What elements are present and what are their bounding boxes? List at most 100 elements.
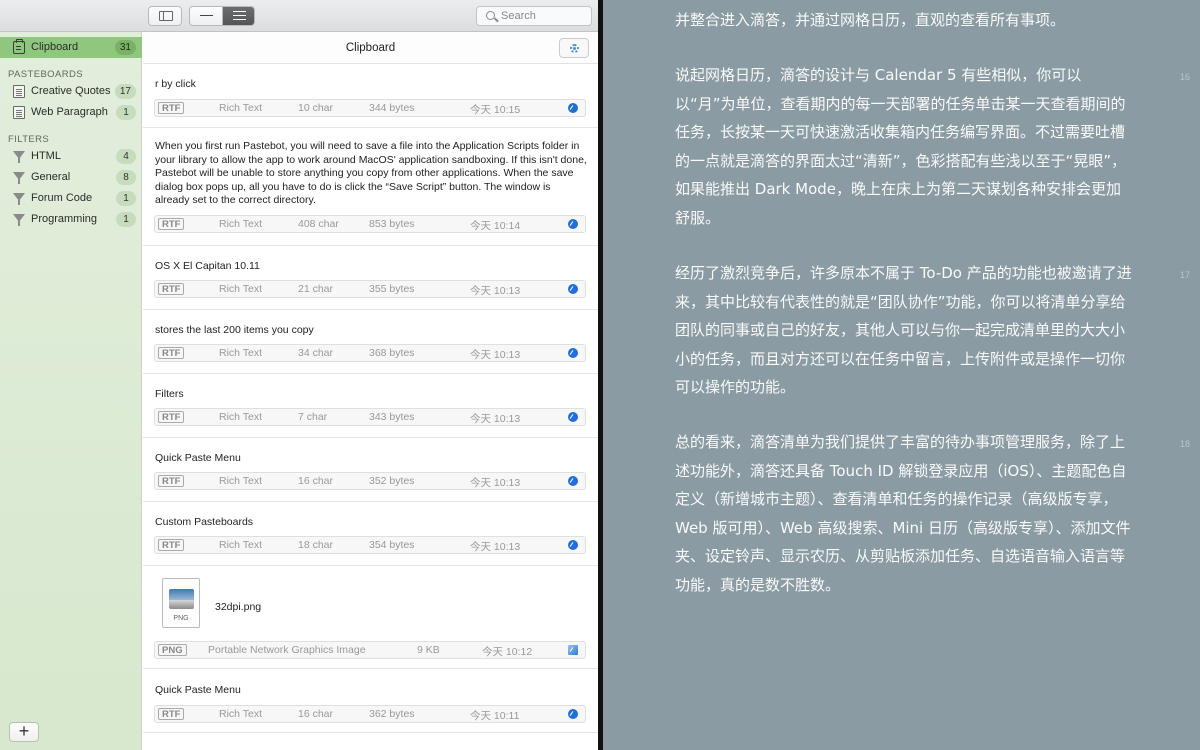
article-paragraph: 说起网格日历，滴答的设计与 Calendar 5 有些相似，你可以以“月”为单位… [675,66,1127,227]
safari-icon [568,540,578,550]
clip-item-meta: RTF Rich Text 16 char 352 bytes 今天 10:13 [154,472,586,490]
clip-item[interactable]: Filters RTF Rich Text 7 char 343 bytes 今… [143,374,598,438]
format-badge: RTF [158,411,185,423]
clip-item-meta: RTF Rich Text 16 char 362 bytes 今天 10:11 [154,705,586,723]
search-field[interactable] [476,6,592,26]
content-kind: Rich Text [219,218,262,230]
clip-item-text: stores the last 200 items you copy [155,324,314,336]
char-count: 16 char [298,708,334,720]
format-badge: RTF [158,539,185,551]
clip-item[interactable]: Quick Paste Menu RTF Rich Text 16 char 3… [143,669,598,733]
count-badge: 8 [116,170,136,185]
count-badge: 1 [116,212,136,227]
char-count: 10 char [298,102,334,114]
byte-size: 352 bytes [369,475,415,487]
document-icon [13,106,25,119]
format-badge: PNG [158,644,187,656]
view-mode-segmented-control [189,6,255,26]
clip-item-meta: RTF Rich Text 10 char 344 bytes 今天 10:15 [154,99,586,117]
clip-item[interactable]: stores the last 200 items you copy RTF R… [143,310,598,374]
clip-item[interactable]: OS X El Capitan 10.11 RTF Rich Text 21 c… [143,246,598,310]
content-kind: Rich Text [219,411,262,423]
format-badge: RTF [158,102,185,114]
byte-size: 354 bytes [369,539,415,551]
sidebar-item-label: General [31,171,71,183]
clip-item[interactable]: Quick Paste Menu RTF Rich Text 16 char 3… [143,438,598,502]
search-input[interactable] [501,9,586,23]
content-kind: Rich Text [219,283,262,295]
safari-icon [568,709,578,719]
reading-pane: 并整合进入滴答，并通过网格日历，直观的查看所有事项。 说起网格日历，滴答的设计与… [603,0,1200,750]
clip-item-text: Filters [155,388,184,400]
expanded-view-button[interactable] [223,7,254,25]
clip-item[interactable]: r by click RTF Rich Text 10 char 344 byt… [143,64,598,128]
preview-app-icon [568,645,578,655]
sidebar-item-html[interactable]: HTML 4 [0,146,142,167]
toggle-sidebar-button[interactable] [148,6,182,26]
file-type-label: PNG [173,615,189,622]
article-paragraph: 总的看来，滴答清单为我们提供了丰富的待办事项管理服务，除了上述功能外，滴答还具备… [675,433,1131,594]
clip-item-meta: PNG Portable Network Graphics Image 9 KB… [154,641,586,659]
byte-size: 344 bytes [369,102,415,114]
timestamp: 今天 10:13 [470,285,521,297]
safari-icon [568,103,578,113]
sidebar-item-general[interactable]: General 8 [0,167,142,188]
clip-item-meta: RTF Rich Text 408 char 853 bytes 今天 10:1… [154,215,586,233]
sidebar-item-creative-quotes[interactable]: Creative Quotes 17 [0,81,142,102]
search-icon [486,11,495,20]
count-badge: 1 [116,105,136,120]
gear-icon [570,44,579,53]
byte-size: 343 bytes [369,411,415,423]
clip-item[interactable]: Custom Pasteboards RTF Rich Text 18 char… [143,502,598,566]
count-badge: 17 [114,84,136,99]
clip-item-text: Quick Paste Menu [155,452,241,464]
byte-size: 362 bytes [369,708,415,720]
article-paragraph: 并整合进入滴答，并通过网格日历，直观的查看所有事项。 [675,11,1066,29]
content-kind: Rich Text [219,102,262,114]
timestamp: 今天 10:15 [470,104,521,116]
timestamp: 今天 10:13 [470,477,521,489]
sidebar-item-label: Programming [31,213,98,225]
toolbar [0,0,598,32]
add-pasteboard-button[interactable]: + [9,722,39,742]
filter-icon [13,151,25,163]
timestamp: 今天 10:11 [470,710,520,722]
filter-icon [13,193,25,205]
safari-icon [568,412,578,422]
pastebot-window: Clipboard 31 PASTEBOARDS Creative Quotes… [0,0,598,750]
filter-icon [13,172,25,184]
timestamp: 今天 10:13 [470,541,521,553]
sidebar-item-programming[interactable]: Programming 1 [0,209,142,230]
clipboard-list-pane: Clipboard r by click RTF Rich Text 10 ch… [143,32,598,750]
document-icon [13,85,25,98]
settings-button[interactable] [559,38,589,58]
timestamp: 今天 10:13 [470,349,521,361]
sidebar-item-label: Creative Quotes [31,85,111,97]
clip-item-text: When you first run Pastebot, you will ne… [155,140,587,206]
timestamp: 今天 10:12 [482,646,533,658]
sidebar-item-web-paragraph[interactable]: Web Paragraph 1 [0,102,142,123]
safari-icon [568,476,578,486]
count-badge: 4 [116,149,136,164]
format-badge: RTF [158,283,185,295]
list-header: Clipboard [143,32,598,64]
clip-item[interactable]: PNG 32dpi.png PNG Portable Network Graph… [143,566,598,669]
sidebar-item-forum-code[interactable]: Forum Code 1 [0,188,142,209]
clip-item-meta: RTF Rich Text 7 char 343 bytes 今天 10:13 [154,408,586,426]
sidebar-item-clipboard[interactable]: Clipboard 31 [0,37,142,58]
compact-view-button[interactable] [190,7,223,25]
char-count: 21 char [298,283,334,295]
clip-item[interactable]: When you first run Pastebot, you will ne… [143,128,598,246]
byte-size: 853 bytes [369,218,415,230]
sidebar-icon [159,11,173,21]
clip-item-text: OS X El Capitan 10.11 [155,260,260,272]
clip-item-meta: RTF Rich Text 34 char 368 bytes 今天 10:13 [154,344,586,362]
paragraph-number: 17 [1180,270,1191,280]
clip-item-text: r by click [155,78,196,90]
minus-icon [200,15,213,16]
timestamp: 今天 10:13 [470,413,521,425]
clipboard-icon [13,39,25,54]
sidebar-item-label: Forum Code [31,192,93,204]
format-badge: RTF [158,475,185,487]
format-badge: RTF [158,708,185,720]
